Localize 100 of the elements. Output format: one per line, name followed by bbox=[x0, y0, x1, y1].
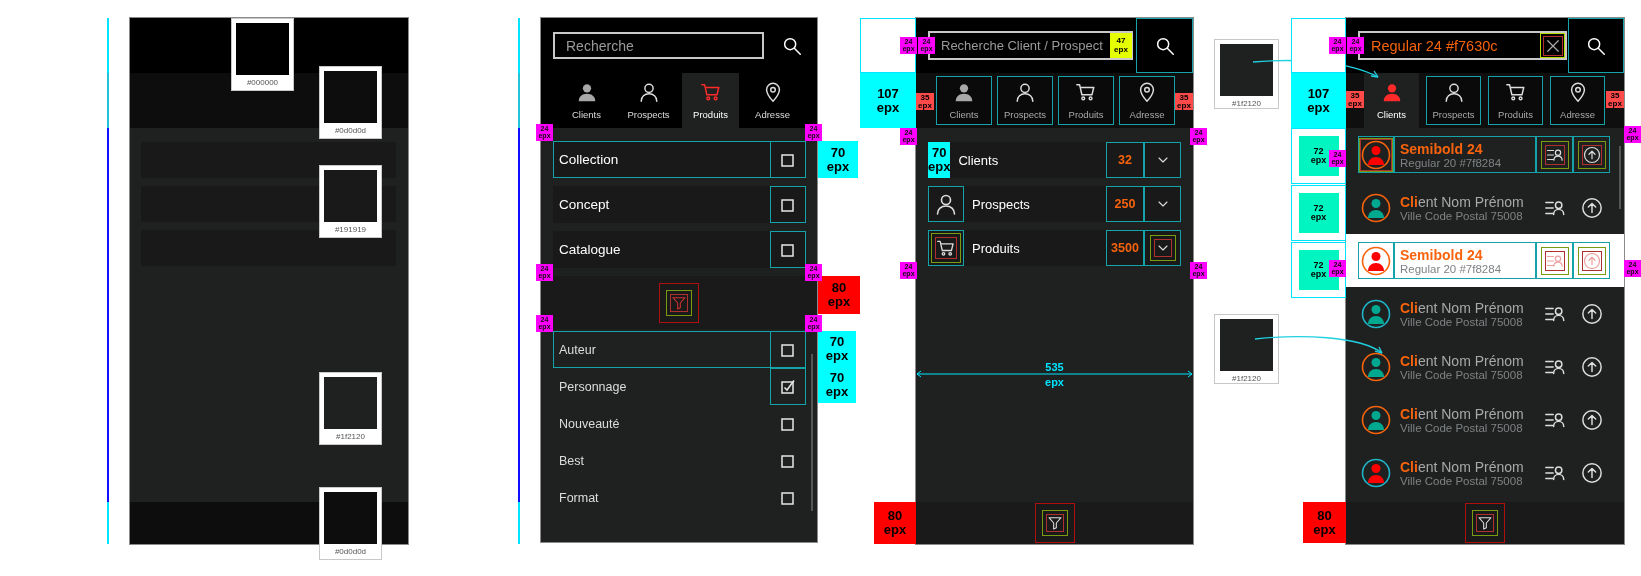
upload-icon bbox=[1582, 145, 1601, 164]
person-outline-icon bbox=[1014, 81, 1036, 103]
person-icon bbox=[953, 81, 975, 103]
tab[interactable]: Adresse bbox=[744, 73, 801, 128]
cart-icon bbox=[1075, 81, 1097, 103]
contact-row[interactable]: Client Nom Prénom Ville Code Postal 75008 bbox=[1346, 340, 1624, 393]
measurement-label: 70 epx bbox=[818, 367, 856, 403]
search-button[interactable] bbox=[1568, 18, 1624, 73]
measurement-label: 70 epx bbox=[818, 331, 856, 367]
contact-name: Client Nom Prénom bbox=[1400, 352, 1525, 369]
scrollbar[interactable] bbox=[1619, 146, 1621, 209]
count-label: 3500 bbox=[1106, 230, 1144, 266]
checkbox[interactable] bbox=[780, 241, 796, 258]
tab[interactable]: Clients bbox=[558, 73, 615, 128]
filter-row[interactable]: Personnage bbox=[553, 368, 806, 405]
filter-row[interactable]: Best bbox=[553, 442, 806, 479]
scrollbar[interactable] bbox=[811, 354, 813, 511]
checkbox[interactable] bbox=[780, 196, 796, 213]
cart-icon bbox=[936, 238, 956, 258]
contact-details-button[interactable] bbox=[1536, 242, 1573, 279]
checkbox[interactable] bbox=[780, 151, 796, 168]
category-row[interactable]: Prospects 250 bbox=[928, 186, 1181, 222]
color-swatch: #000000 bbox=[231, 18, 294, 91]
measurement-label: 80 epx bbox=[1303, 502, 1346, 543]
measurement-label: 107 epx bbox=[1291, 73, 1346, 128]
search-button[interactable] bbox=[1136, 18, 1193, 73]
upload-icon bbox=[1582, 251, 1601, 270]
tab[interactable]: Clients bbox=[1364, 73, 1419, 128]
contact-details-button[interactable] bbox=[1536, 136, 1573, 173]
contact-name: Semibold 24 bbox=[1400, 140, 1484, 157]
upload-icon bbox=[1580, 461, 1603, 484]
avatar bbox=[1361, 298, 1391, 329]
avatar bbox=[1361, 457, 1391, 488]
contact-address: Ville Code Postal 75008 bbox=[1400, 368, 1524, 381]
tab[interactable]: Produits bbox=[1058, 76, 1114, 125]
color-swatch: #1f2120 bbox=[1214, 314, 1279, 384]
filter-row[interactable]: Concept bbox=[553, 186, 806, 223]
upload-button[interactable] bbox=[1573, 242, 1610, 279]
checkbox[interactable] bbox=[780, 452, 796, 469]
tab[interactable]: Produits bbox=[1488, 76, 1543, 125]
contact-row[interactable]: Client Nom Prénom Ville Code Postal 75008 bbox=[1346, 446, 1624, 499]
search-field[interactable]: Recherche bbox=[553, 32, 764, 59]
avatar bbox=[1361, 404, 1391, 435]
upload-icon bbox=[1580, 196, 1603, 219]
measurement-label: 47 epx bbox=[1110, 33, 1132, 58]
filter-row[interactable]: Auteur bbox=[553, 331, 806, 368]
avatar bbox=[1361, 192, 1391, 223]
contact-row[interactable]: Semibold 24 Regular 20 #7f8284 bbox=[1346, 234, 1624, 287]
checkbox[interactable] bbox=[780, 341, 796, 358]
expand-button[interactable] bbox=[1144, 142, 1181, 178]
filter-icon bbox=[1476, 514, 1494, 532]
filter-button[interactable] bbox=[1465, 503, 1505, 543]
filter-icon bbox=[1045, 514, 1064, 532]
expand-button[interactable] bbox=[1144, 186, 1181, 222]
category-label: Clients bbox=[957, 151, 1000, 170]
contact-row[interactable]: Client Nom Prénom Ville Code Postal 75008 bbox=[1346, 287, 1624, 340]
checkbox[interactable] bbox=[780, 415, 796, 432]
filter-row[interactable]: Nouveauté bbox=[553, 405, 806, 442]
cart-icon bbox=[1504, 81, 1527, 103]
filter-label: Personnage bbox=[558, 378, 628, 396]
contact-address: Ville Code Postal 75008 bbox=[1400, 209, 1524, 222]
annotation-frame bbox=[1291, 18, 1346, 73]
upload-button[interactable] bbox=[1573, 136, 1610, 173]
contact-row[interactable]: Client Nom Prénom Ville Code Postal 75008 bbox=[1346, 181, 1624, 234]
measurement-label: 107 epx bbox=[860, 73, 916, 128]
cart-icon bbox=[699, 81, 722, 103]
checkbox[interactable] bbox=[780, 489, 796, 506]
tab[interactable]: Adresse bbox=[1119, 76, 1175, 125]
contact-address: Regular 20 #7f8284 bbox=[1400, 156, 1503, 169]
tab[interactable]: Produits bbox=[682, 73, 739, 128]
filter-label: Auteur bbox=[558, 341, 597, 359]
contact-row[interactable]: Semibold 24 Regular 20 #7f8284 bbox=[1346, 128, 1624, 181]
contact-name: Client Nom Prénom bbox=[1400, 405, 1525, 422]
contact-name: Client Nom Prénom bbox=[1400, 193, 1525, 210]
filter-row[interactable]: Catalogue bbox=[553, 231, 806, 268]
filter-row[interactable]: Format bbox=[553, 479, 806, 516]
checkbox[interactable] bbox=[780, 378, 796, 395]
category-row[interactable]: Produits 3500 bbox=[928, 230, 1181, 266]
filter-button[interactable] bbox=[1034, 503, 1075, 543]
measurement-label: 35 epx bbox=[916, 93, 934, 110]
tab[interactable]: Prospects bbox=[620, 73, 677, 128]
upload-icon bbox=[1580, 355, 1603, 378]
tab[interactable]: Clients bbox=[936, 76, 992, 125]
avatar bbox=[1361, 351, 1391, 382]
filter-row[interactable]: Collection bbox=[553, 141, 806, 178]
tab[interactable]: Prospects bbox=[997, 76, 1053, 125]
measurement-label: 35 epx bbox=[1175, 93, 1193, 110]
avatar bbox=[1361, 245, 1391, 276]
tab[interactable]: Prospects bbox=[1426, 76, 1481, 125]
measurement-label: 70 epx bbox=[818, 141, 858, 178]
contact-row[interactable]: Client Nom Prénom Ville Code Postal 75008 bbox=[1346, 393, 1624, 446]
filter-button[interactable] bbox=[659, 282, 699, 323]
expand-button[interactable] bbox=[1144, 230, 1181, 266]
measurement-label: 72 epx bbox=[1291, 185, 1346, 241]
tab[interactable]: Adresse bbox=[1550, 76, 1605, 125]
contact-address: Regular 20 #7f8284 bbox=[1400, 262, 1503, 275]
filter-label: Format bbox=[558, 489, 600, 507]
contact-address: Ville Code Postal 75008 bbox=[1400, 315, 1524, 328]
count-label: 32 bbox=[1106, 142, 1144, 178]
avatar bbox=[1361, 139, 1391, 170]
